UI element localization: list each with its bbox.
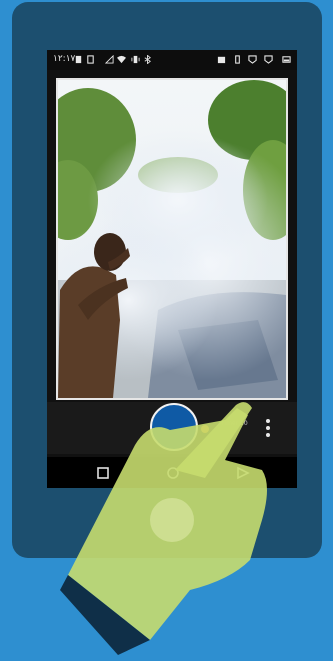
pointing-hand-illustration	[60, 402, 267, 655]
